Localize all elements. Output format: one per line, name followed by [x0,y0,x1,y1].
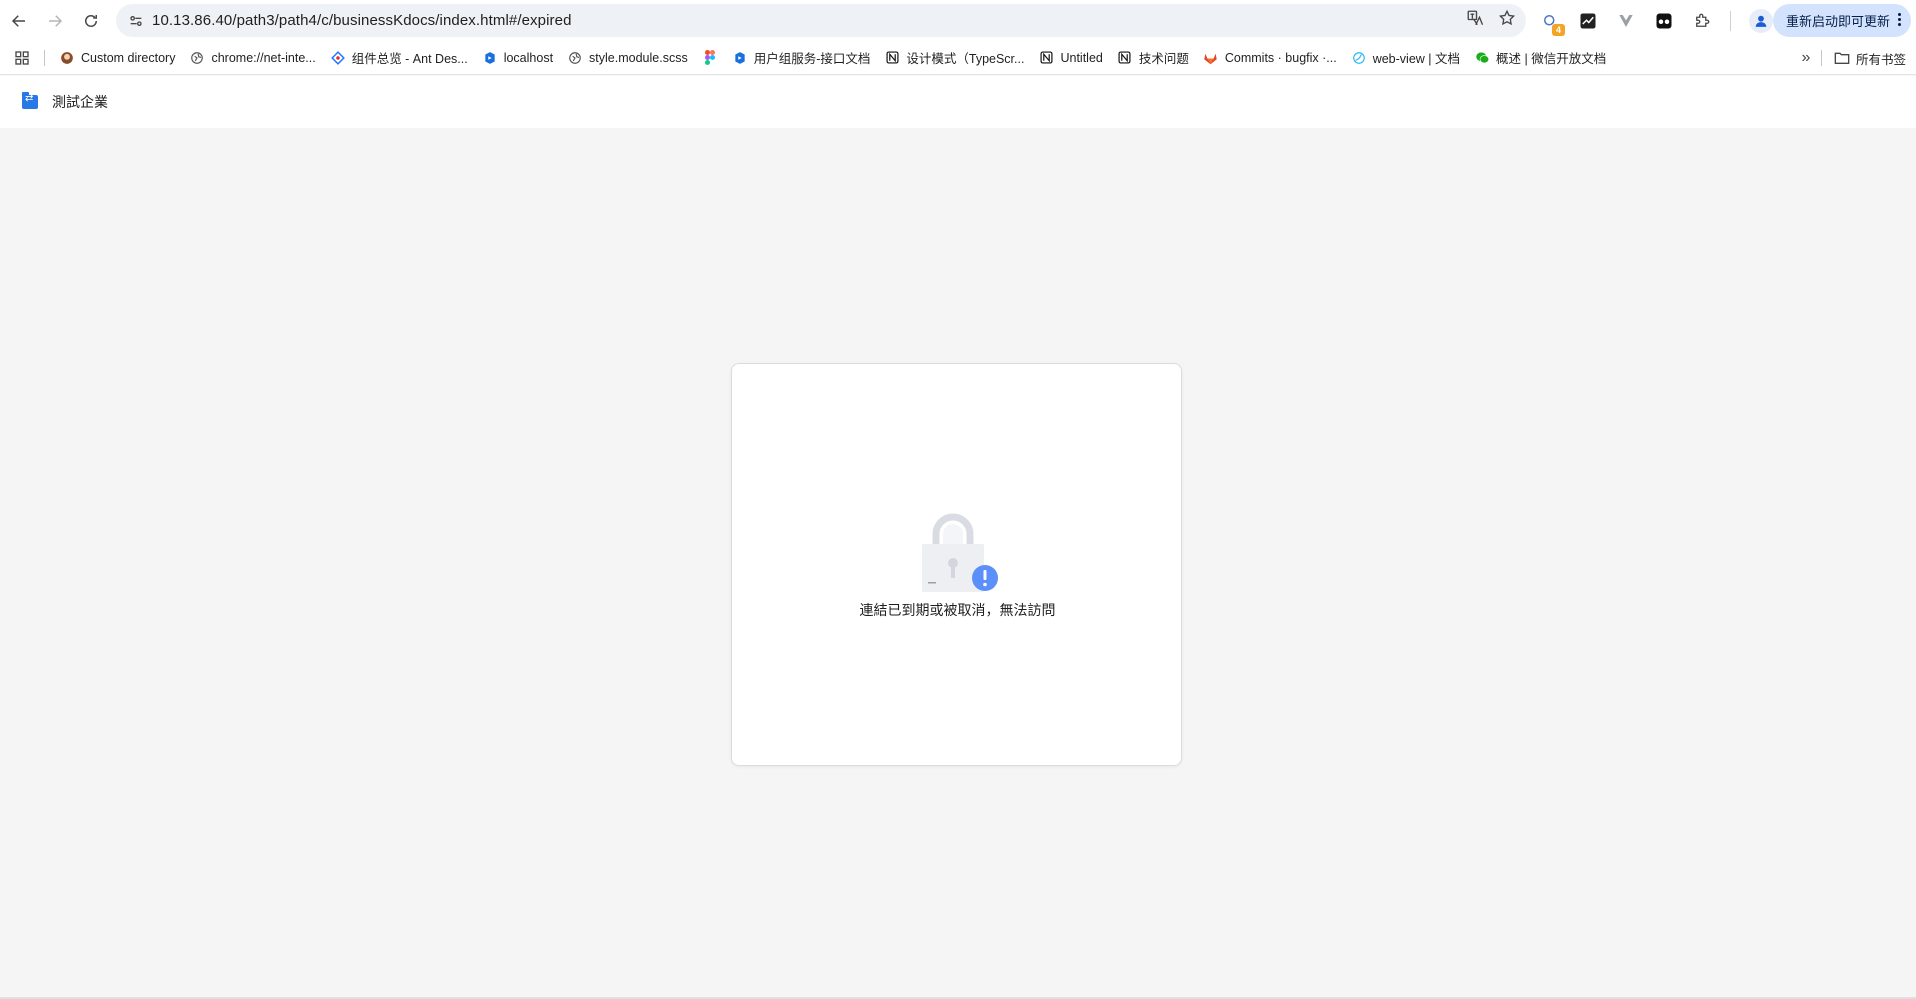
bookmarks-bar: Custom directory chrome://net-inte... 组件… [0,41,1916,75]
bookmark-item[interactable]: 技术问题 [1111,44,1197,72]
site-settings-icon[interactable] [120,13,152,29]
notion-icon [1117,50,1133,66]
bookmark-label: style.module.scss [589,50,688,65]
back-button[interactable] [1,3,37,39]
bookmark-item[interactable]: web-view | 文档 [1345,44,1468,72]
bookmark-label: 技术问题 [1138,52,1189,66]
bookmark-label: localhost [503,50,554,65]
chevron-double-right-icon[interactable]: » [1791,49,1821,67]
figma-icon [702,50,718,66]
extensions-area: 4 [1540,0,1773,41]
extension-spy-icon[interactable] [1654,11,1674,31]
reload-icon [85,14,97,27]
extension-search-icon[interactable]: 4 [1540,11,1565,36]
bookmark-label: 组件总览 - Ant Des... [351,52,468,66]
docs-icon [732,50,748,66]
app-header: 測試企業 [0,76,1916,128]
all-bookmarks-button[interactable]: 所有书签 [1820,50,1916,67]
bookmark-label: 概述 | 微信开放文档 [1496,52,1607,66]
bookmark-item[interactable] [696,44,726,72]
webview-icon [1351,50,1367,66]
profile-avatar-icon[interactable] [1749,8,1773,33]
update-label: 重新启动即可更新 [1786,14,1891,29]
omnibox-actions [1466,4,1516,37]
gitlab-icon [1203,50,1219,66]
enterprise-folder-icon [22,92,38,109]
bookmark-divider [44,49,45,66]
toolbar-divider [1730,10,1731,31]
globe-icon [567,50,583,66]
browser-toolbar: 10.13.86.40/path3/path4/c/businessKdocs/… [0,0,1916,41]
ant-design-icon [330,50,346,66]
bookmark-item[interactable]: 用户组服务-接口文档 [726,44,879,72]
bookmark-star-icon[interactable] [1498,9,1516,32]
bookmark-label: web-view | 文档 [1372,52,1460,66]
forward-button[interactable] [37,3,73,39]
bookmark-label: Custom directory [81,50,176,65]
bookmark-item[interactable]: Commits · bugfix ·... [1197,44,1345,72]
notion-icon [1038,50,1054,66]
extensions-puzzle-icon[interactable] [1692,11,1712,31]
localhost-icon [482,50,498,66]
url-text[interactable]: 10.13.86.40/path3/path4/c/businessKdocs/… [152,12,572,29]
bookmark-label: Commits · bugfix ·... [1224,50,1337,65]
lock-icon [922,513,998,592]
reload-button[interactable] [73,3,109,39]
apps-grid-icon[interactable] [0,50,44,66]
bookmark-item[interactable]: localhost [476,44,561,72]
bookmark-label: Untitled [1060,50,1103,65]
expired-card: 連結已到期或被取消，無法訪問 [731,363,1182,766]
bookmark-item[interactable]: 设计模式（TypeScr... [878,44,1032,72]
bookmark-item[interactable]: 概述 | 微信开放文档 [1468,44,1614,72]
globe-icon [189,50,205,66]
bookmark-label: 用户组服务-接口文档 [753,52,871,66]
enterprise-title[interactable]: 測試企業 [52,92,108,112]
arrow-right-icon [49,14,63,27]
folder-icon [1834,52,1850,64]
all-bookmarks-label: 所有书签 [1855,52,1906,67]
bookmark-item[interactable]: chrome://net-inte... [183,44,323,72]
custom-directory-icon [59,50,75,66]
extension-vue-icon[interactable] [1616,11,1636,31]
arrow-left-icon [11,14,25,27]
extension-badge: 4 [1552,23,1565,36]
update-button[interactable]: 重新启动即可更新 [1773,4,1911,37]
bookmark-label: chrome://net-inte... [211,50,316,65]
extension-chart-icon[interactable] [1578,11,1598,31]
bookmark-item[interactable]: style.module.scss [561,44,696,72]
bookmarks-right: » 所有书签 [1791,41,1916,75]
wechat-icon [1474,50,1490,66]
bookmark-item[interactable]: Custom directory [53,44,183,72]
translate-icon[interactable] [1466,9,1484,32]
notion-icon [884,50,900,66]
more-menu-icon [1898,13,1901,26]
bookmark-label: 设计模式（TypeScr... [906,52,1025,66]
expired-message: 連結已到期或被取消，無法訪問 [859,602,1056,618]
address-bar[interactable]: 10.13.86.40/path3/path4/c/businessKdocs/… [116,4,1526,37]
bookmark-item[interactable]: Untitled [1032,44,1110,72]
bookmark-item[interactable]: 组件总览 - Ant Des... [324,44,476,72]
